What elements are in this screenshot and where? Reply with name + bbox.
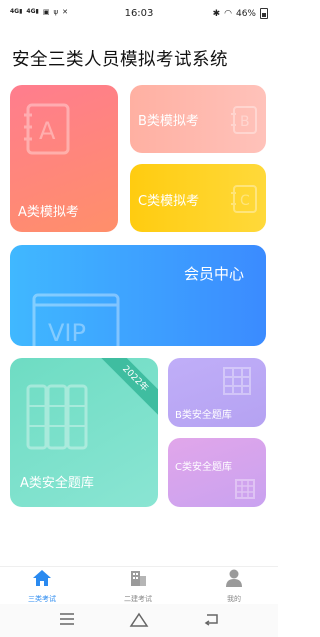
bluetooth-icon: ✱ [212, 8, 221, 19]
books-icon [26, 384, 88, 450]
notebook-icon: A [24, 103, 70, 155]
b-exam-card[interactable]: B类模拟考 B [130, 85, 266, 153]
building-icon [131, 571, 146, 586]
notebook-b-icon: B [231, 106, 257, 134]
a-question-bank-label: A类安全题库 [20, 476, 94, 491]
svg-text:VIP: VIP [48, 319, 86, 346]
svg-text:A: A [39, 117, 56, 145]
c-exam-card[interactable]: C类模拟考 C [130, 164, 266, 232]
b-exam-label: B类模拟考 [138, 114, 199, 129]
vip-center-label: 会员中心 [183, 265, 244, 283]
svg-text:C: C [240, 193, 250, 209]
c-exam-label: C类模拟考 [138, 194, 200, 209]
year-ribbon: 2022年 [96, 358, 158, 418]
b-question-bank-card[interactable]: B类安全题库 [168, 358, 266, 427]
status-bar: 4G▮ 4G▮ ▣ ψ ✕ 16:03 ✱ ◠ 46% [0, 0, 278, 28]
bottom-tab-bar: 三类考试 二建考试 我的 [0, 566, 278, 604]
tab-erjian-exam[interactable]: 二建考试 [108, 569, 168, 604]
system-nav-bar [0, 604, 278, 637]
a-exam-label: A类模拟考 [18, 205, 79, 220]
home-button-icon[interactable] [129, 612, 149, 628]
back-icon[interactable] [202, 612, 220, 626]
user-icon [226, 569, 242, 587]
grid-icon [223, 367, 251, 395]
vip-window-icon: VIP [32, 293, 120, 346]
notebook-c-icon: C [231, 185, 257, 213]
menu-icon[interactable] [58, 612, 76, 626]
tab-sanlei-exam[interactable]: 三类考试 [12, 569, 72, 604]
c-question-bank-card[interactable]: C类安全题库 [168, 438, 266, 507]
battery-icon [260, 8, 268, 19]
wifi-icon: ◠ [224, 8, 232, 19]
c-question-bank-label: C类安全题库 [175, 462, 232, 473]
tab-mine[interactable]: 我的 [204, 569, 264, 604]
a-question-bank-card[interactable]: 2022年 A类安全题库 [10, 358, 158, 507]
vip-center-card[interactable]: 会员中心 VIP [10, 245, 266, 346]
grid-icon-small [235, 479, 255, 499]
svg-text:B: B [240, 114, 250, 130]
tab-label: 二建考试 [124, 595, 152, 603]
tab-label: 三类考试 [28, 595, 56, 603]
status-right: ✱ ◠ 46% [213, 8, 268, 19]
home-icon [33, 570, 51, 586]
page-title: 安全三类人员模拟考试系统 [12, 50, 228, 70]
b-question-bank-label: B类安全题库 [175, 410, 232, 421]
tab-label: 我的 [227, 595, 241, 603]
a-exam-card[interactable]: A A类模拟考 [10, 85, 118, 232]
battery-percent: 46% [235, 8, 256, 19]
